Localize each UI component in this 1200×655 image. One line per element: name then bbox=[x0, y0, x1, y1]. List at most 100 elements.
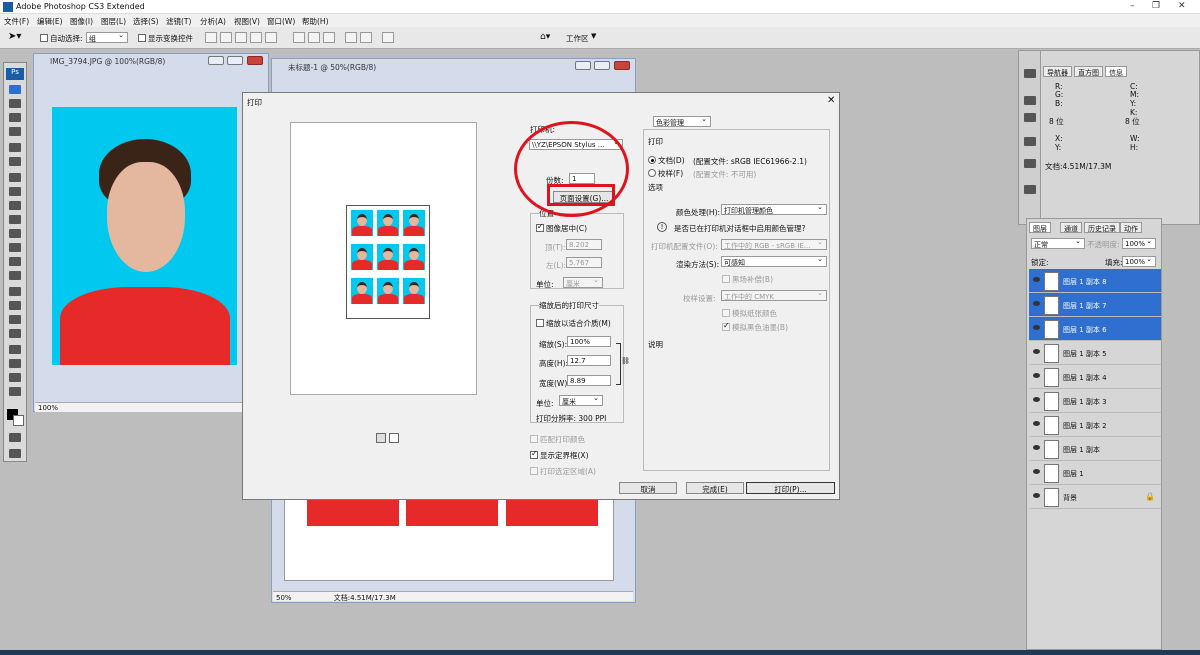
history-brush-icon[interactable] bbox=[9, 215, 21, 224]
type-tool-icon[interactable] bbox=[9, 301, 21, 310]
distribute-vcenter-icon[interactable] bbox=[308, 32, 320, 43]
landscape-orientation-icon[interactable] bbox=[389, 433, 399, 443]
match-colors-checkbox[interactable] bbox=[530, 435, 538, 443]
link-icon[interactable]: ⛓ bbox=[621, 357, 630, 365]
screen-mode-icon[interactable] bbox=[9, 449, 21, 458]
pen-tool-icon[interactable] bbox=[9, 287, 21, 296]
width-input[interactable]: 8.89 bbox=[567, 375, 611, 386]
stamp-tool-icon[interactable] bbox=[9, 201, 21, 210]
menu-view[interactable]: 视图(V) bbox=[234, 16, 260, 27]
tab-channels[interactable]: 通道 bbox=[1060, 222, 1082, 233]
brush-preset-icon[interactable] bbox=[1024, 113, 1036, 122]
menu-select[interactable]: 选择(S) bbox=[133, 16, 159, 27]
clone-source-icon[interactable] bbox=[1024, 96, 1036, 105]
menu-filter[interactable]: 滤镜(T) bbox=[166, 16, 191, 27]
eye-icon[interactable] bbox=[1033, 397, 1040, 402]
layer-row[interactable]: 图层 1 副本 3 bbox=[1029, 389, 1161, 413]
magic-wand-icon[interactable] bbox=[9, 127, 21, 136]
layer-row[interactable]: 图层 1 副本 7 bbox=[1029, 293, 1161, 317]
bpc-checkbox[interactable] bbox=[722, 275, 730, 283]
distribute-top-icon[interactable] bbox=[293, 32, 305, 43]
blend-mode-dropdown[interactable]: 正常 bbox=[1031, 237, 1085, 249]
show-bbox-checkbox[interactable] bbox=[530, 449, 538, 459]
menu-analysis[interactable]: 分析(A) bbox=[200, 16, 226, 27]
position-unit-dropdown[interactable]: 厘米 bbox=[563, 276, 603, 288]
eye-icon[interactable] bbox=[1033, 469, 1040, 474]
shape-tool-icon[interactable] bbox=[9, 329, 21, 338]
lasso-tool-icon[interactable] bbox=[9, 113, 21, 122]
opacity-field[interactable]: 100% bbox=[1122, 237, 1156, 249]
marquee-tool-icon[interactable] bbox=[9, 99, 21, 108]
size-unit-dropdown[interactable]: 厘米 bbox=[559, 394, 603, 406]
print-button[interactable]: 打印(P)... bbox=[746, 482, 835, 494]
layer-row[interactable]: 图层 1 副本 bbox=[1029, 437, 1161, 461]
doc-close-icon[interactable] bbox=[247, 56, 263, 65]
tab-layers[interactable]: 图层 bbox=[1029, 222, 1051, 233]
center-image-checkbox[interactable] bbox=[536, 222, 544, 232]
background-color-swatch[interactable] bbox=[13, 415, 24, 426]
menu-image[interactable]: 图像(I) bbox=[70, 16, 93, 27]
notes-icon[interactable] bbox=[1024, 159, 1036, 168]
eye-icon[interactable] bbox=[1033, 301, 1040, 306]
menu-layer[interactable]: 图层(L) bbox=[101, 16, 126, 27]
tab-history[interactable]: 历史记录 bbox=[1084, 222, 1120, 233]
proof-radio[interactable] bbox=[648, 169, 656, 177]
menu-help[interactable]: 帮助(H) bbox=[302, 16, 329, 27]
color-handling-dropdown[interactable]: 打印机管理颜色 bbox=[721, 203, 827, 215]
layer-row[interactable]: 背景 🔒 bbox=[1029, 485, 1161, 509]
tool-preset-icon[interactable] bbox=[1024, 69, 1036, 78]
align-left-icon[interactable] bbox=[250, 32, 262, 43]
layer-comps-icon[interactable] bbox=[1024, 185, 1036, 194]
bounding-box[interactable] bbox=[346, 205, 430, 319]
layer-row[interactable]: 图层 1 副本 4 bbox=[1029, 365, 1161, 389]
color-management-dropdown[interactable]: 色彩管理 bbox=[653, 115, 711, 127]
slice-tool-icon[interactable] bbox=[9, 157, 21, 166]
move-tool-icon[interactable] bbox=[9, 85, 21, 94]
workspace-button[interactable]: 工作区 bbox=[566, 33, 589, 44]
eyedropper-icon[interactable] bbox=[9, 359, 21, 368]
fill-field[interactable]: 100% bbox=[1122, 255, 1156, 267]
doc-minimize-icon[interactable] bbox=[575, 61, 591, 70]
doc-maximize-icon[interactable] bbox=[594, 61, 610, 70]
eraser-tool-icon[interactable] bbox=[9, 229, 21, 238]
distribute-left-icon[interactable] bbox=[345, 32, 357, 43]
scale-input[interactable]: 100% bbox=[567, 336, 611, 347]
healing-brush-icon[interactable] bbox=[9, 173, 21, 182]
path-select-icon[interactable] bbox=[9, 315, 21, 324]
minimize-icon[interactable]: – bbox=[1130, 1, 1135, 11]
crop-tool-icon[interactable] bbox=[9, 143, 21, 152]
left-input[interactable]: 5.767 bbox=[566, 257, 602, 268]
blur-tool-icon[interactable] bbox=[9, 257, 21, 266]
close-icon[interactable]: ✕ bbox=[1178, 1, 1186, 11]
auto-select-dropdown[interactable]: 组 bbox=[86, 31, 128, 43]
zoom-level[interactable]: 50% bbox=[276, 594, 292, 602]
scale-to-fit-checkbox[interactable] bbox=[536, 319, 544, 327]
zoom-level[interactable]: 100% bbox=[38, 404, 58, 412]
align-hcenter-icon[interactable] bbox=[265, 32, 277, 43]
document-radio[interactable] bbox=[648, 156, 656, 164]
doc-close-icon[interactable] bbox=[614, 61, 630, 70]
eye-icon[interactable] bbox=[1033, 349, 1040, 354]
tab-histogram[interactable]: 直方图 bbox=[1074, 66, 1103, 77]
align-top-icon[interactable] bbox=[205, 32, 217, 43]
paragraph-icon[interactable] bbox=[1024, 137, 1036, 146]
auto-select-checkbox[interactable] bbox=[40, 34, 48, 42]
eye-icon[interactable] bbox=[1033, 493, 1040, 498]
auto-align-icon[interactable] bbox=[382, 32, 394, 43]
cancel-button[interactable]: 取消 bbox=[619, 482, 677, 494]
show-transform-checkbox[interactable] bbox=[138, 34, 146, 42]
distribute-bottom-icon[interactable] bbox=[323, 32, 335, 43]
quick-mask-icon[interactable] bbox=[9, 433, 21, 442]
layer-row[interactable]: 图层 1 副本 5 bbox=[1029, 341, 1161, 365]
rendering-intent-dropdown[interactable]: 可感知 bbox=[721, 255, 827, 267]
layer-row[interactable]: 图层 1 副本 2 bbox=[1029, 413, 1161, 437]
done-button[interactable]: 完成(E) bbox=[686, 482, 744, 494]
bridge-icon[interactable]: ⌂▾ bbox=[540, 32, 550, 42]
height-input[interactable]: 12.7 bbox=[567, 355, 611, 366]
zoom-tool-icon[interactable] bbox=[9, 387, 21, 396]
top-input[interactable]: 8.202 bbox=[566, 239, 602, 250]
menu-edit[interactable]: 编辑(E) bbox=[37, 16, 63, 27]
align-vcenter-icon[interactable] bbox=[220, 32, 232, 43]
printer-profile-dropdown[interactable]: 工作中的 RGB - sRGB IE... bbox=[721, 238, 827, 250]
doc-maximize-icon[interactable] bbox=[227, 56, 243, 65]
